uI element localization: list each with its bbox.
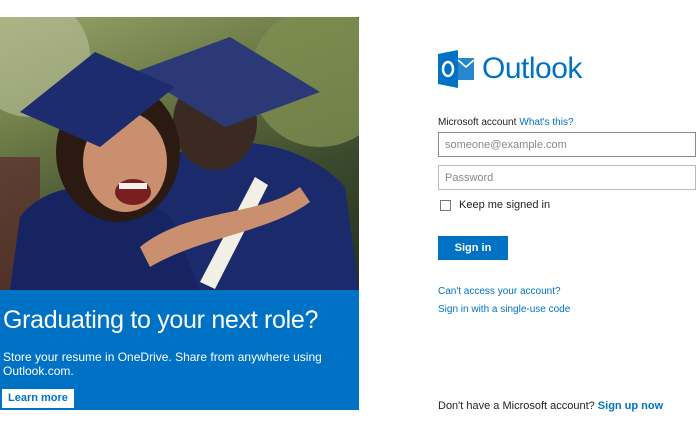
outlook-logo: Outlook [438,49,582,89]
single-use-code-link[interactable]: Sign in with a single-use code [438,304,570,315]
learn-more-button[interactable]: Learn more [2,389,74,408]
cant-access-link[interactable]: Can't access your account? [438,286,561,297]
password-field[interactable] [438,165,696,190]
keep-signed-in-checkbox[interactable] [440,199,451,211]
whats-this-link[interactable]: What's this? [519,117,573,128]
outlook-logo-icon [438,50,474,88]
promo-photo [0,17,359,290]
outlook-logo-text: Outlook [482,52,582,85]
promo-headline: Graduating to your next role? [3,306,319,334]
keep-signed-in[interactable]: Keep me signed in [440,199,550,211]
account-label-text: Microsoft account [438,117,517,128]
promo-panel: Graduating to your next role? Store your… [0,17,359,410]
promo-body: Store your resume in OneDrive. Share fro… [3,350,322,378]
keep-signed-in-label: Keep me signed in [459,199,551,211]
account-label: Microsoft account What's this? [438,117,574,128]
sign-in-button[interactable]: Sign in [438,236,508,260]
no-account-text: Don't have a Microsoft account? [438,400,595,412]
sign-up-link[interactable]: Sign up now [598,400,663,412]
graduates-illustration [0,17,359,290]
email-field[interactable] [438,132,696,157]
signup-row: Don't have a Microsoft account? Sign up n… [438,400,663,412]
promo-band: Graduating to your next role? Store your… [0,290,359,410]
